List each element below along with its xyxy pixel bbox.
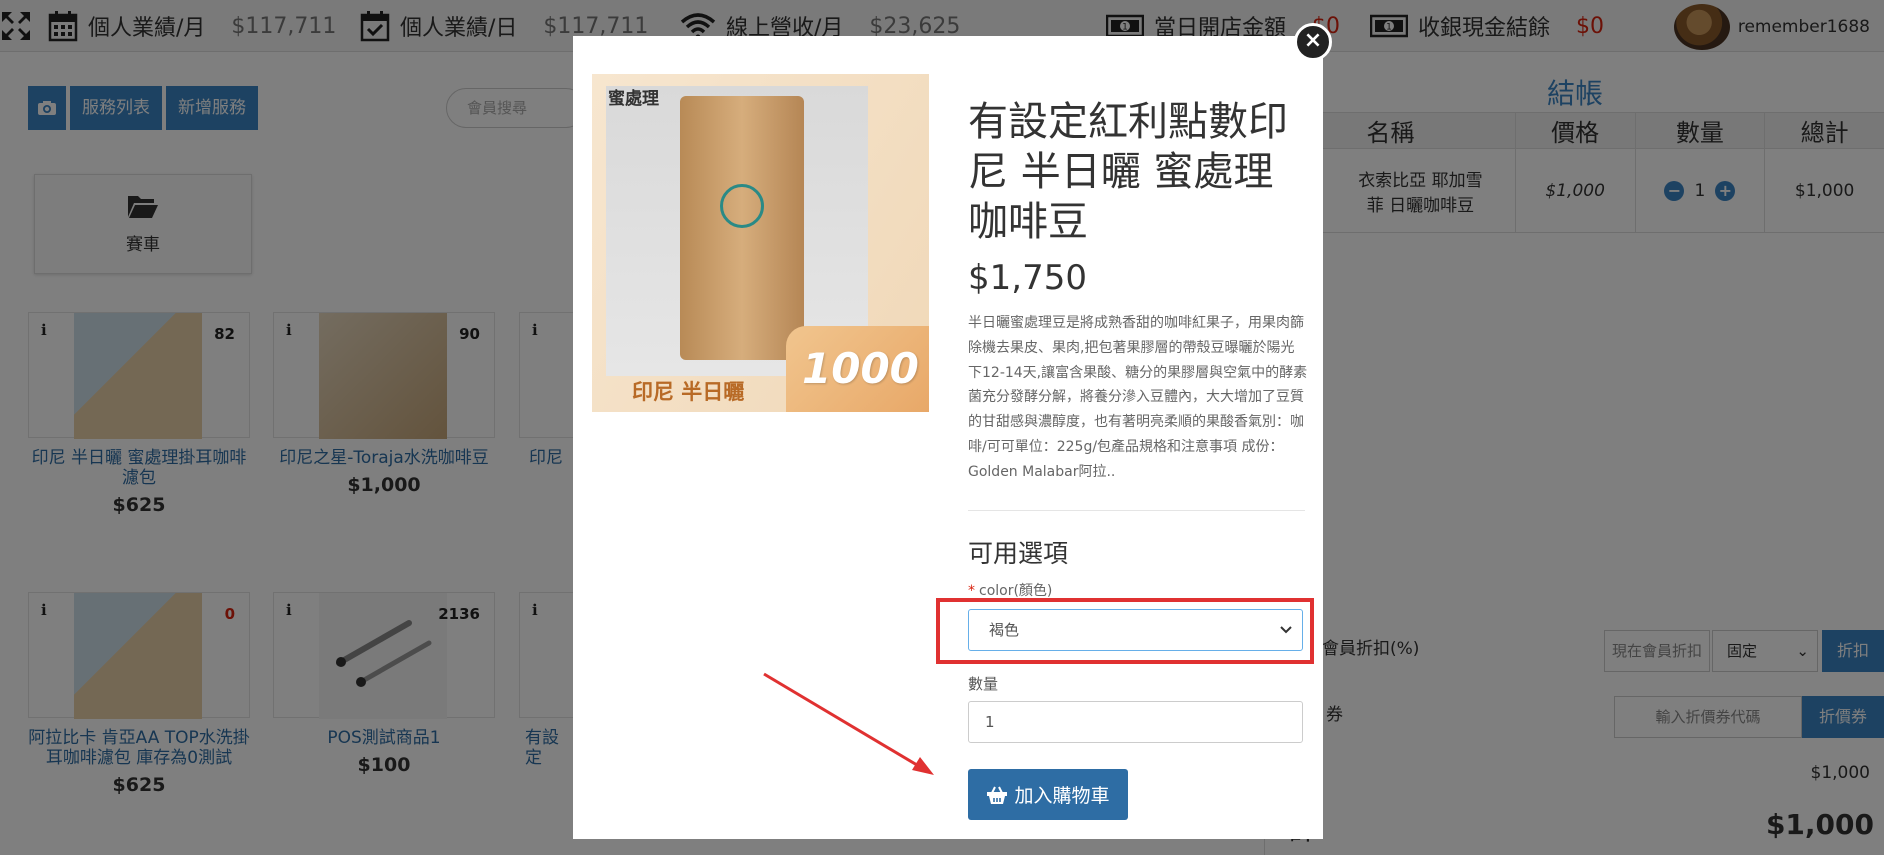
product-title: 有設定紅利點數印尼 半日曬 蜜處理咖啡豆 <box>968 99 1288 245</box>
product-image: 蜜處理 1000 印尼 半日曬 <box>592 74 929 412</box>
image-caption: 印尼 半日曬 <box>632 380 745 404</box>
quantity-input[interactable]: 1 <box>968 701 1303 743</box>
add-to-cart-button[interactable]: 加入購物車 <box>968 769 1128 820</box>
close-icon[interactable]: × <box>1294 23 1332 61</box>
product-description: 半日曬蜜處理豆是將成熟香甜的咖啡紅果子，用果肉篩除機去果皮、果肉,把包著果膠層的… <box>968 315 1308 480</box>
image-tag: 蜜處理 <box>608 89 659 109</box>
quantity-label: 數量 <box>968 675 999 693</box>
image-badge: 1000 <box>802 344 919 393</box>
product-price: $1,750 <box>968 258 1087 298</box>
required-marker: * <box>968 583 975 599</box>
add-to-cart-label: 加入購物車 <box>1014 785 1110 807</box>
highlight-box <box>936 598 1314 664</box>
color-label: * color(顏色) <box>968 583 1053 599</box>
options-heading: 可用選項 <box>968 539 1069 568</box>
basket-icon <box>987 786 1008 804</box>
divider <box>968 510 1305 511</box>
